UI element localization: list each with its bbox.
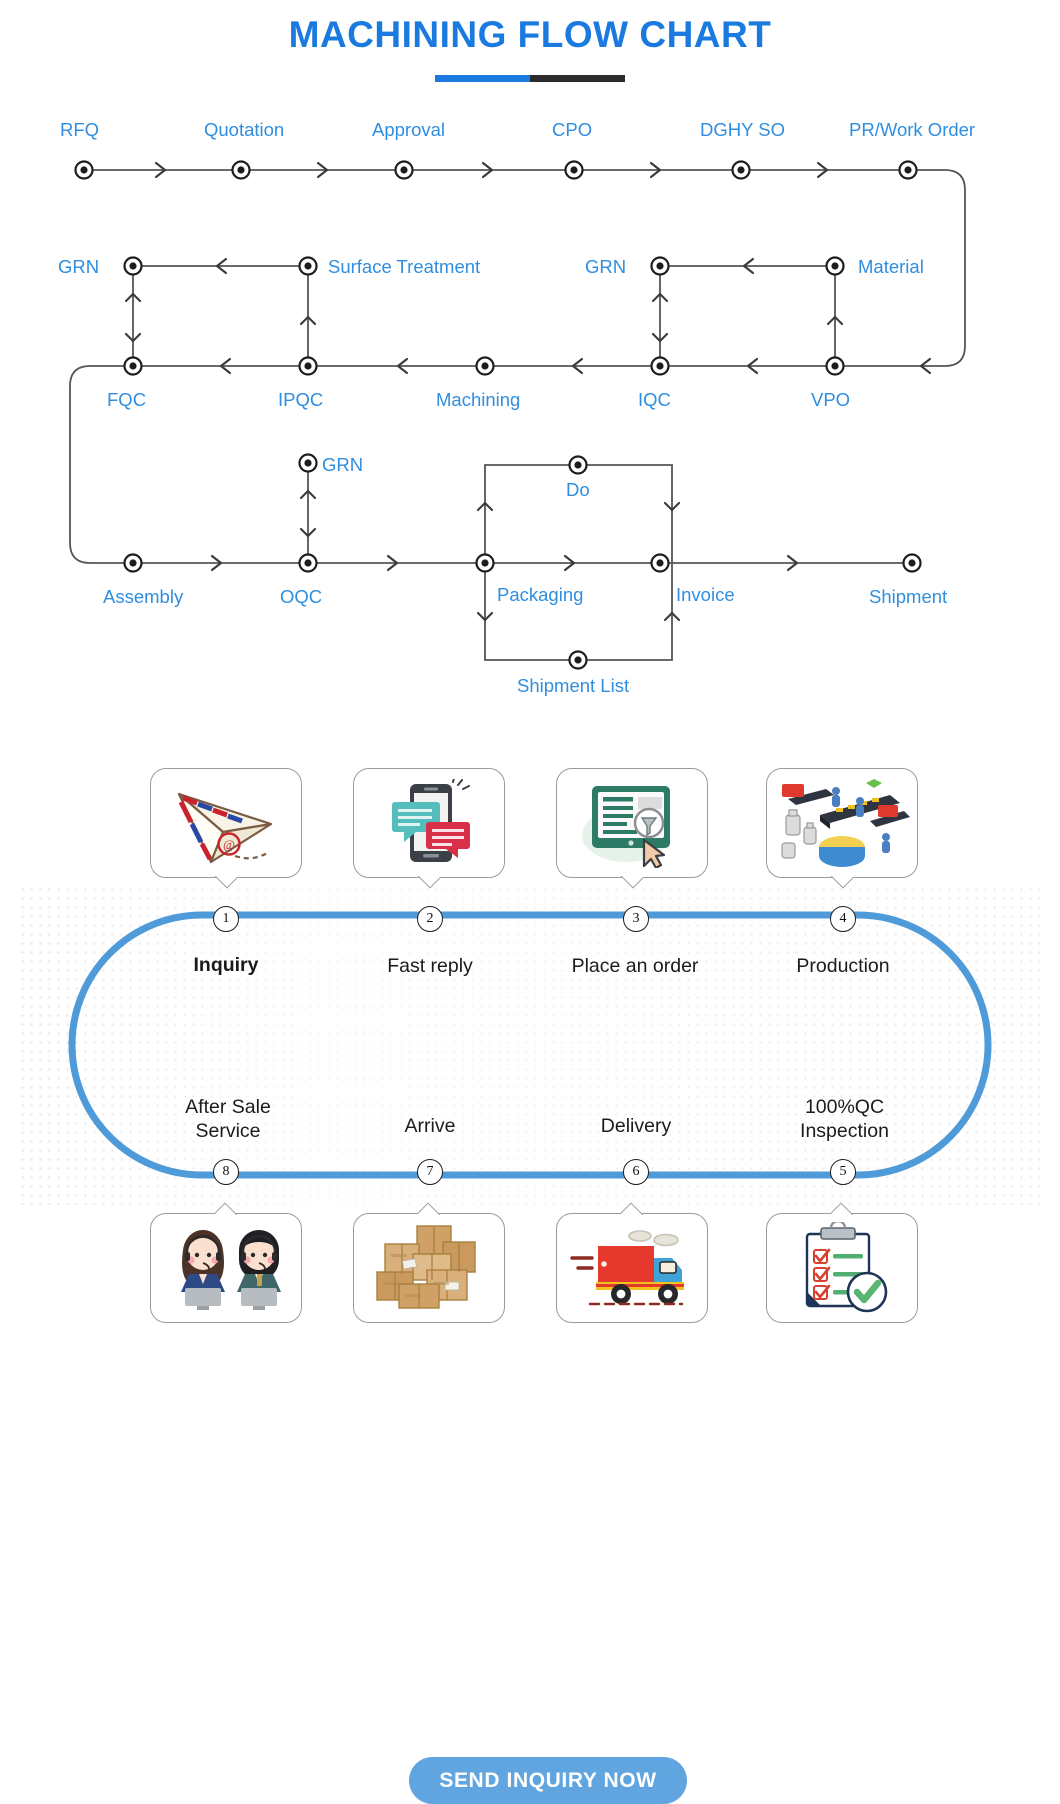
bubble-tail [418,876,440,894]
step-bubble-fast-reply [353,768,505,878]
flow-label-grn-2: GRN [585,256,627,277]
flow-label-invoice: Invoice [676,584,735,605]
paper-airplane-email-icon: @ [156,774,296,872]
step-number-6[interactable]: 6 [623,1159,649,1185]
flow-label-shipment: Shipment [869,586,948,607]
bubble-tail [621,1197,643,1215]
title-block: MACHINING FLOW CHART [0,14,1060,82]
flow-node-fqc [123,356,143,376]
flow-label-oqc: OQC [280,586,323,607]
flow-node-shipment [902,553,922,573]
step-bubble-after-sale-service [150,1213,302,1323]
flow-label-vpo: VPO [811,389,851,410]
step-label-fast-reply: Fast reply [387,955,473,977]
step-number-1[interactable]: 1 [213,906,239,932]
bubble-tail [215,876,237,894]
step-number-7[interactable]: 7 [417,1159,443,1185]
page-title: MACHINING FLOW CHART [288,14,772,55]
flow-label-do: Do [566,479,590,500]
flow-node-oqc [298,553,318,573]
flow-node-surface-treatment [298,256,318,276]
title-rule-blue-segment [435,74,530,82]
step-number-8[interactable]: 8 [213,1159,239,1185]
step-number-4[interactable]: 4 [830,906,856,932]
bubble-tail [831,1197,853,1215]
flow-node-grn-2 [650,256,670,276]
flow-node-grn-1 [123,256,143,276]
step-number-3[interactable]: 3 [623,906,649,932]
flow-node-quotation [231,160,251,180]
flow-diagram-svg [69,160,966,670]
flow-node-ipqc [298,356,318,376]
flow-node-machining [475,356,495,376]
flow-label-packaging: Packaging [497,584,584,605]
step-label-production: Production [796,955,890,977]
step-label-after-sale-service: After Sale Service [185,1096,271,1143]
flow-node-dghy-so [731,160,751,180]
step-label-inquiry: Inquiry [193,954,259,976]
bubble-tail [831,876,853,894]
flow-node-cpo [564,160,584,180]
flow-node-invoice [650,553,670,573]
service-process-flow: @ 1 2 3 4 Inquiry Fast reply Place an or… [0,735,1060,1804]
title-rule-dark-segment [530,74,625,82]
flow-label-surface-treatment: Surface Treatment [328,256,481,277]
flow-label-iqc: IQC [638,389,671,410]
flow-label-pr-work-order: PR/Work Order [849,119,976,140]
tablet-order-cursor-icon [562,774,702,872]
title-underline-rule [435,74,625,82]
step-bubble-delivery [556,1213,708,1323]
step-number-5[interactable]: 5 [830,1159,856,1185]
cardboard-boxes-icon [359,1219,499,1317]
bubble-tail [215,1197,237,1215]
flow-node-approval [394,160,414,180]
step-label-delivery: Delivery [600,1115,672,1137]
machining-flow-diagram: RFQ Quotation Approval CPO DGHY SO PR/Wo… [0,105,1060,725]
flow-node-shipment-list [568,650,588,670]
flow-label-grn-1: GRN [58,256,100,277]
flow-label-quotation: Quotation [204,119,285,140]
flow-node-iqc [650,356,670,376]
flow-label-fqc: FQC [107,389,147,410]
flow-node-packaging [475,553,495,573]
flow-node-assembly [123,553,143,573]
step-label-arrive: Arrive [404,1115,456,1137]
flow-label-grn-3: GRN [322,454,364,475]
step-bubble-production [766,768,918,878]
step-label-place-an-order: Place an order [571,955,699,977]
flow-label-machining: Machining [436,389,521,410]
send-inquiry-now-button[interactable]: SEND INQUIRY NOW [409,1757,687,1804]
flow-node-material [825,256,845,276]
step-bubble-qc-inspection [766,1213,918,1323]
flow-label-ipqc: IPQC [278,389,324,410]
flow-label-material: Material [858,256,924,277]
flow-label-rfq: RFQ [60,119,100,140]
step-bubble-inquiry: @ [150,768,302,878]
step-number-2[interactable]: 2 [417,906,443,932]
flow-node-pr-work-order [898,160,918,180]
svg-text:@: @ [223,837,235,852]
flow-label-shipment-list: Shipment List [517,675,630,696]
flow-label-approval: Approval [372,119,446,140]
customer-service-icon [156,1219,296,1317]
qc-clipboard-check-icon [772,1219,912,1317]
factory-line-icon [772,774,912,872]
step-bubble-arrive [353,1213,505,1323]
flow-node-grn-3 [298,453,318,473]
delivery-truck-icon [562,1219,702,1317]
step-label-qc-inspection: 100%QC Inspection [800,1096,889,1143]
flow-arrowheads [124,161,932,622]
smartphone-chat-icon [359,774,499,872]
step-bubble-place-an-order [556,768,708,878]
flow-node-vpo [825,356,845,376]
flow-label-cpo: CPO [552,119,593,140]
flow-node-rfq [74,160,94,180]
flow-node-do [568,455,588,475]
flow-label-dghy-so: DGHY SO [700,119,785,140]
bubble-tail [418,1197,440,1215]
flow-label-assembly: Assembly [103,586,184,607]
bubble-tail [621,876,643,894]
